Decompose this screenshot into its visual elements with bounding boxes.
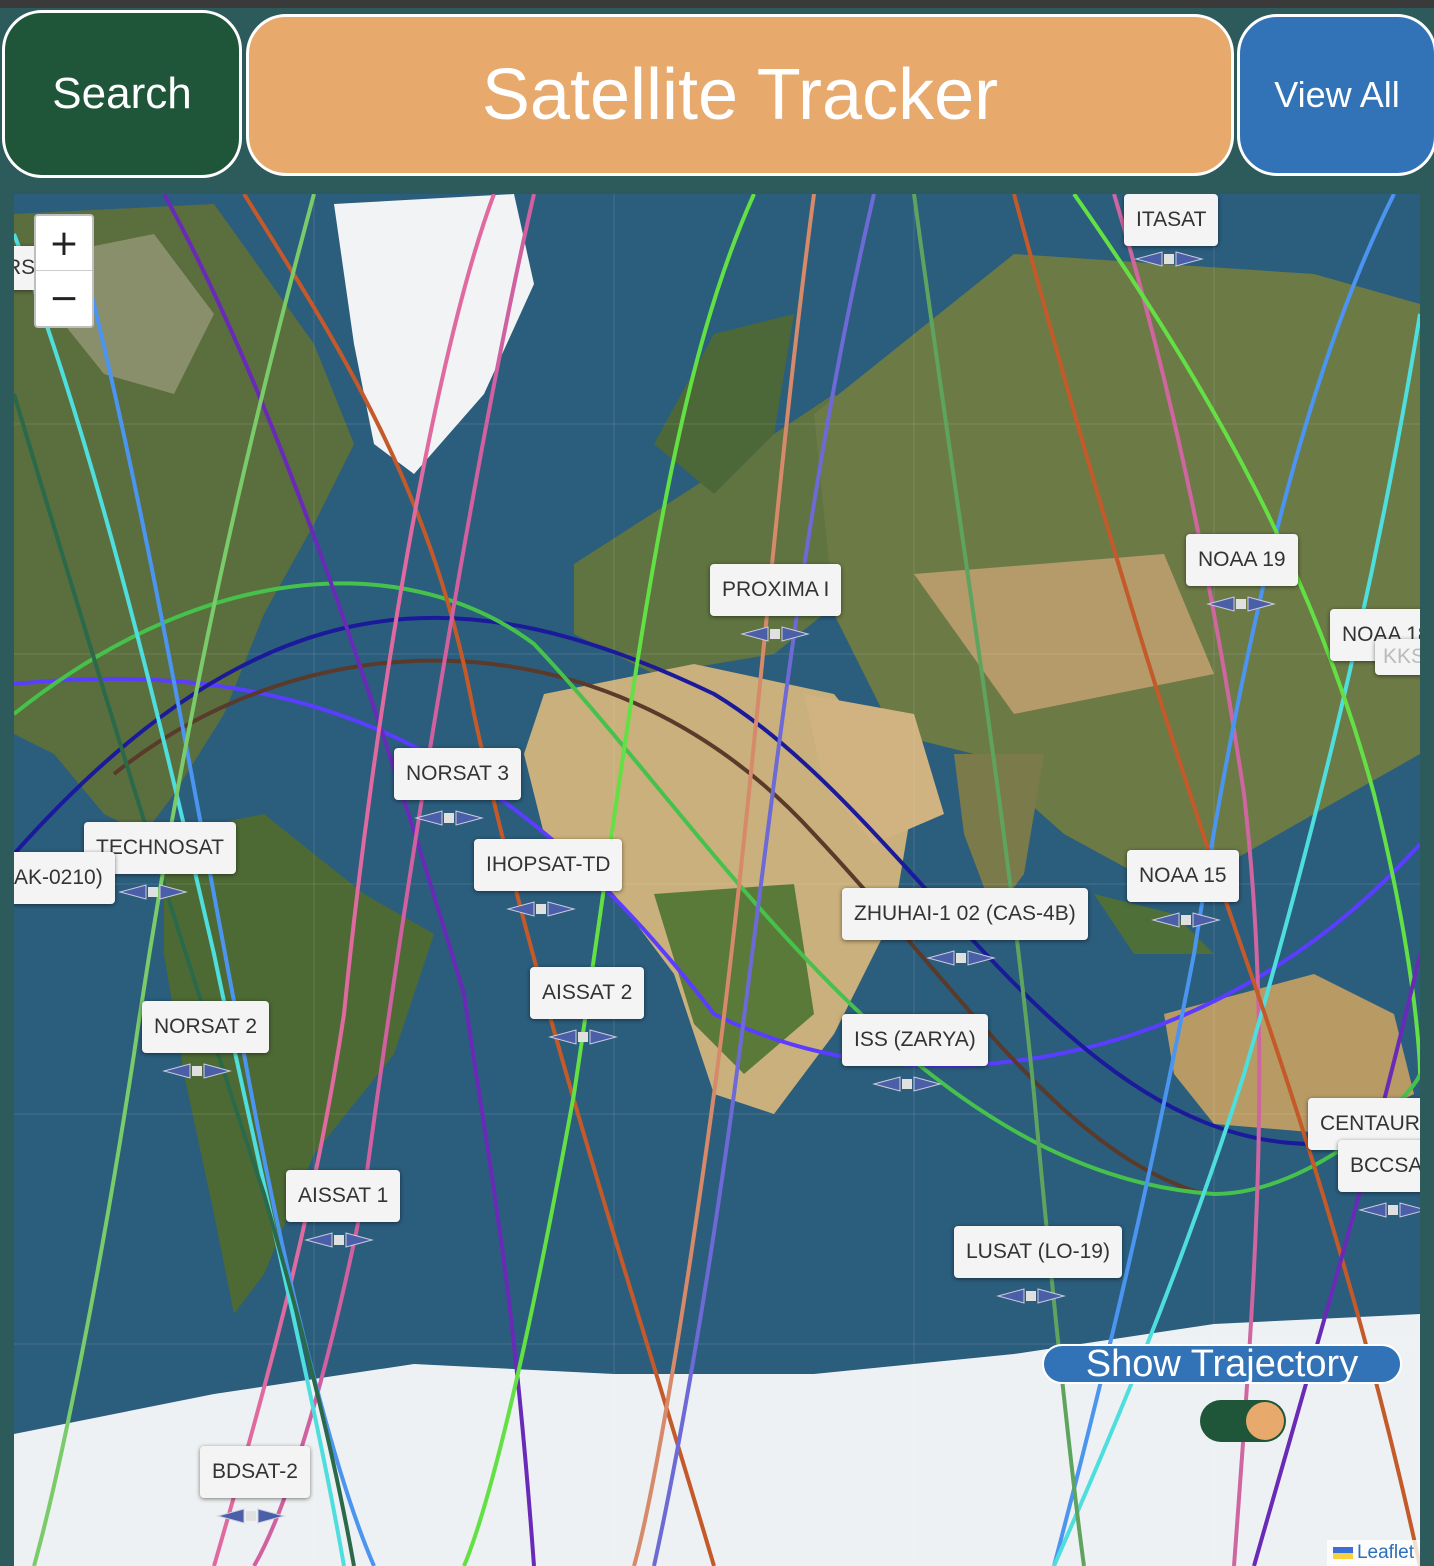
show-trajectory-toggle[interactable]	[1200, 1400, 1286, 1442]
satellite-icon	[1358, 1202, 1420, 1218]
trajectory-control: Show Trajectory	[1042, 1343, 1406, 1442]
satellite-icon	[872, 1076, 942, 1092]
satellite-label: KKS	[1375, 639, 1420, 675]
satellite-label: ISS (ZARYA)	[842, 1014, 988, 1066]
satellite-label: ITASAT	[1124, 194, 1219, 246]
satellite-icon	[1206, 596, 1276, 612]
satellite-label: NOAA 15	[1127, 850, 1239, 902]
show-trajectory-label: Show Trajectory	[1042, 1343, 1402, 1385]
satellite-icon	[118, 884, 188, 900]
map-attribution: Leaflet	[1326, 1540, 1420, 1566]
satellite-icon	[506, 901, 576, 917]
zoom-control: + −	[34, 214, 94, 328]
satellite-icon	[926, 950, 996, 966]
satellite-icon	[162, 1063, 232, 1079]
top-strip	[0, 0, 1434, 8]
satellite-label: NORSAT 3	[394, 748, 522, 800]
satellite-label: IHOPSAT-TD	[474, 839, 623, 891]
satellite-label: PROXIMA I	[710, 564, 842, 616]
satellite-label: NOAA 19	[1186, 534, 1298, 586]
satellite-icon	[1134, 251, 1204, 267]
satellite-label: AISSAT 1	[286, 1170, 401, 1222]
world-map[interactable]: + − ITASAT NOAA 19 PROXIMA I NOAA 18 KKS…	[14, 194, 1420, 1566]
ukraine-flag-icon	[1332, 1547, 1353, 1559]
zoom-in-button[interactable]: +	[36, 216, 92, 271]
satellite-icon	[216, 1508, 286, 1524]
satellite-icon	[1151, 912, 1221, 928]
satellite-icon	[740, 626, 810, 642]
leaflet-link[interactable]: Leaflet	[1357, 1542, 1414, 1564]
satellite-label: ZHUHAI-1 02 (CAS-4B)	[842, 888, 1088, 940]
satellite-icon	[414, 810, 484, 826]
satellite-icon	[996, 1288, 1066, 1304]
satellite-label: LUSAT (LO-19)	[954, 1226, 1122, 1278]
satellite-label: BDSAT-2	[200, 1446, 310, 1498]
satellite-label: BCCSAT	[1338, 1140, 1420, 1192]
satellite-label: AISSAT 2	[530, 967, 645, 1019]
view-all-button[interactable]: View All	[1237, 14, 1434, 176]
satellite-icon	[304, 1232, 374, 1248]
toggle-knob	[1246, 1402, 1284, 1440]
page-title: Satellite Tracker	[246, 14, 1234, 176]
satellite-icon	[548, 1029, 618, 1045]
search-button[interactable]: Search	[2, 10, 242, 178]
zoom-out-button[interactable]: −	[36, 271, 92, 325]
satellite-label: AK-0210)	[14, 852, 115, 904]
satellite-label: NORSAT 2	[142, 1001, 270, 1053]
